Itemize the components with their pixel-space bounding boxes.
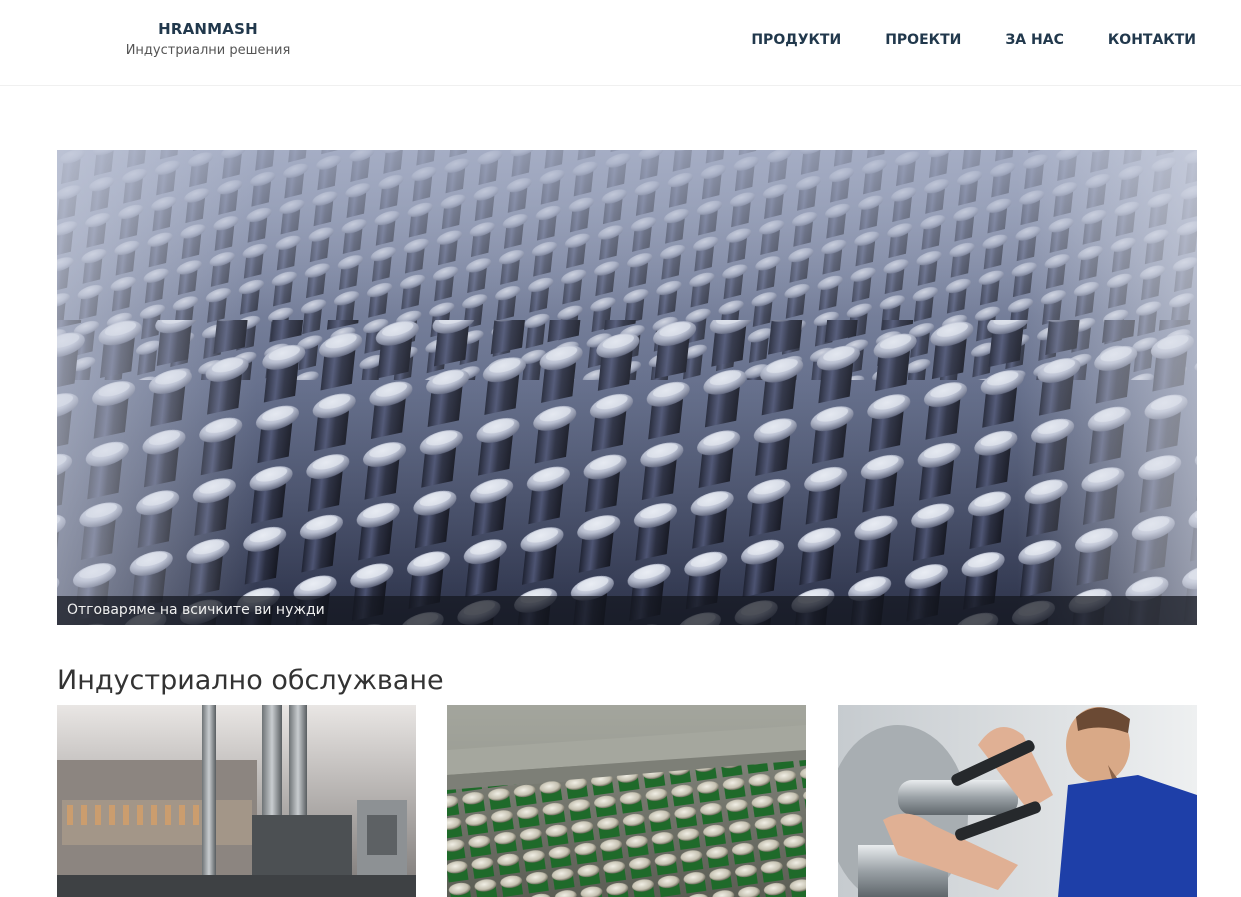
service-card-filling-line[interactable] <box>57 705 416 897</box>
nav-item-contacts[interactable]: КОНТАКТИ <box>1108 29 1196 51</box>
section-title: Индустриално обслужване <box>57 665 444 696</box>
cans-conveyor-image <box>447 705 806 897</box>
site-header: HRANMASH Индустриални решения ПРОДУКТИ П… <box>0 0 1241 86</box>
main-nav: ПРОДУКТИ ПРОЕКТИ ЗА НАС КОНТАКТИ <box>707 29 1196 51</box>
nav-item-about[interactable]: ЗА НАС <box>1005 29 1063 51</box>
brand-logo[interactable]: HRANMASH Индустриални решения <box>110 18 306 62</box>
hero-caption: Отговаряме на всичките ви нужди <box>57 596 1197 625</box>
brand-tagline: Индустриални решения <box>125 43 291 58</box>
nav-item-projects[interactable]: ПРОЕКТИ <box>885 29 961 51</box>
brand-name[interactable]: HRANMASH <box>110 18 306 40</box>
hero-slider[interactable]: Отговаряме на всичките ви нужди <box>57 150 1197 625</box>
nav-item-products[interactable]: ПРОДУКТИ <box>751 29 841 51</box>
filling-machine-image <box>57 705 416 897</box>
service-card-maintenance[interactable] <box>838 705 1197 897</box>
hero-bottles-image <box>57 150 1197 625</box>
technician-image <box>838 705 1197 897</box>
service-card-can-conveyor[interactable] <box>447 705 806 897</box>
